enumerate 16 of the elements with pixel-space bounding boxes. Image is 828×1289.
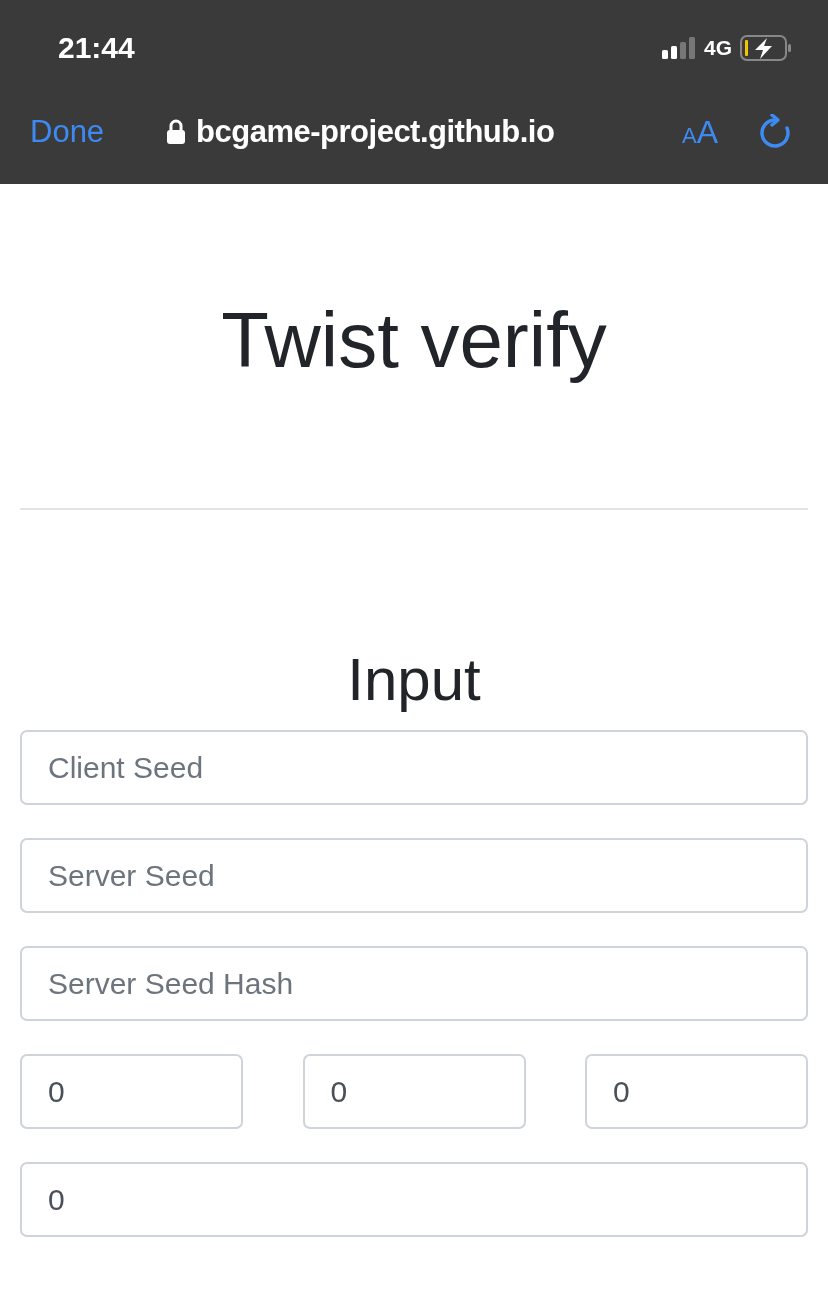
network-label: 4G	[704, 36, 732, 60]
input-field[interactable]: Client Seed	[20, 730, 808, 805]
status-time: 21:44	[58, 31, 135, 65]
url-text[interactable]: bcgame-project.github.io	[196, 114, 555, 150]
number-field[interactable]: 0	[20, 1162, 808, 1237]
number-field[interactable]: 0	[585, 1054, 808, 1129]
lock-icon	[166, 119, 187, 145]
number-field[interactable]: 0	[302, 1054, 526, 1129]
section-heading: Input	[346, 645, 482, 715]
input-field[interactable]: Server Seed	[20, 838, 808, 913]
number-field[interactable]: 0	[20, 1054, 243, 1129]
page-title: Twist verify	[220, 295, 608, 386]
input-field[interactable]: Server Seed Hash	[20, 946, 808, 1021]
signal-icon	[662, 37, 696, 59]
reload-icon[interactable]	[758, 114, 792, 150]
battery-icon	[740, 35, 792, 61]
